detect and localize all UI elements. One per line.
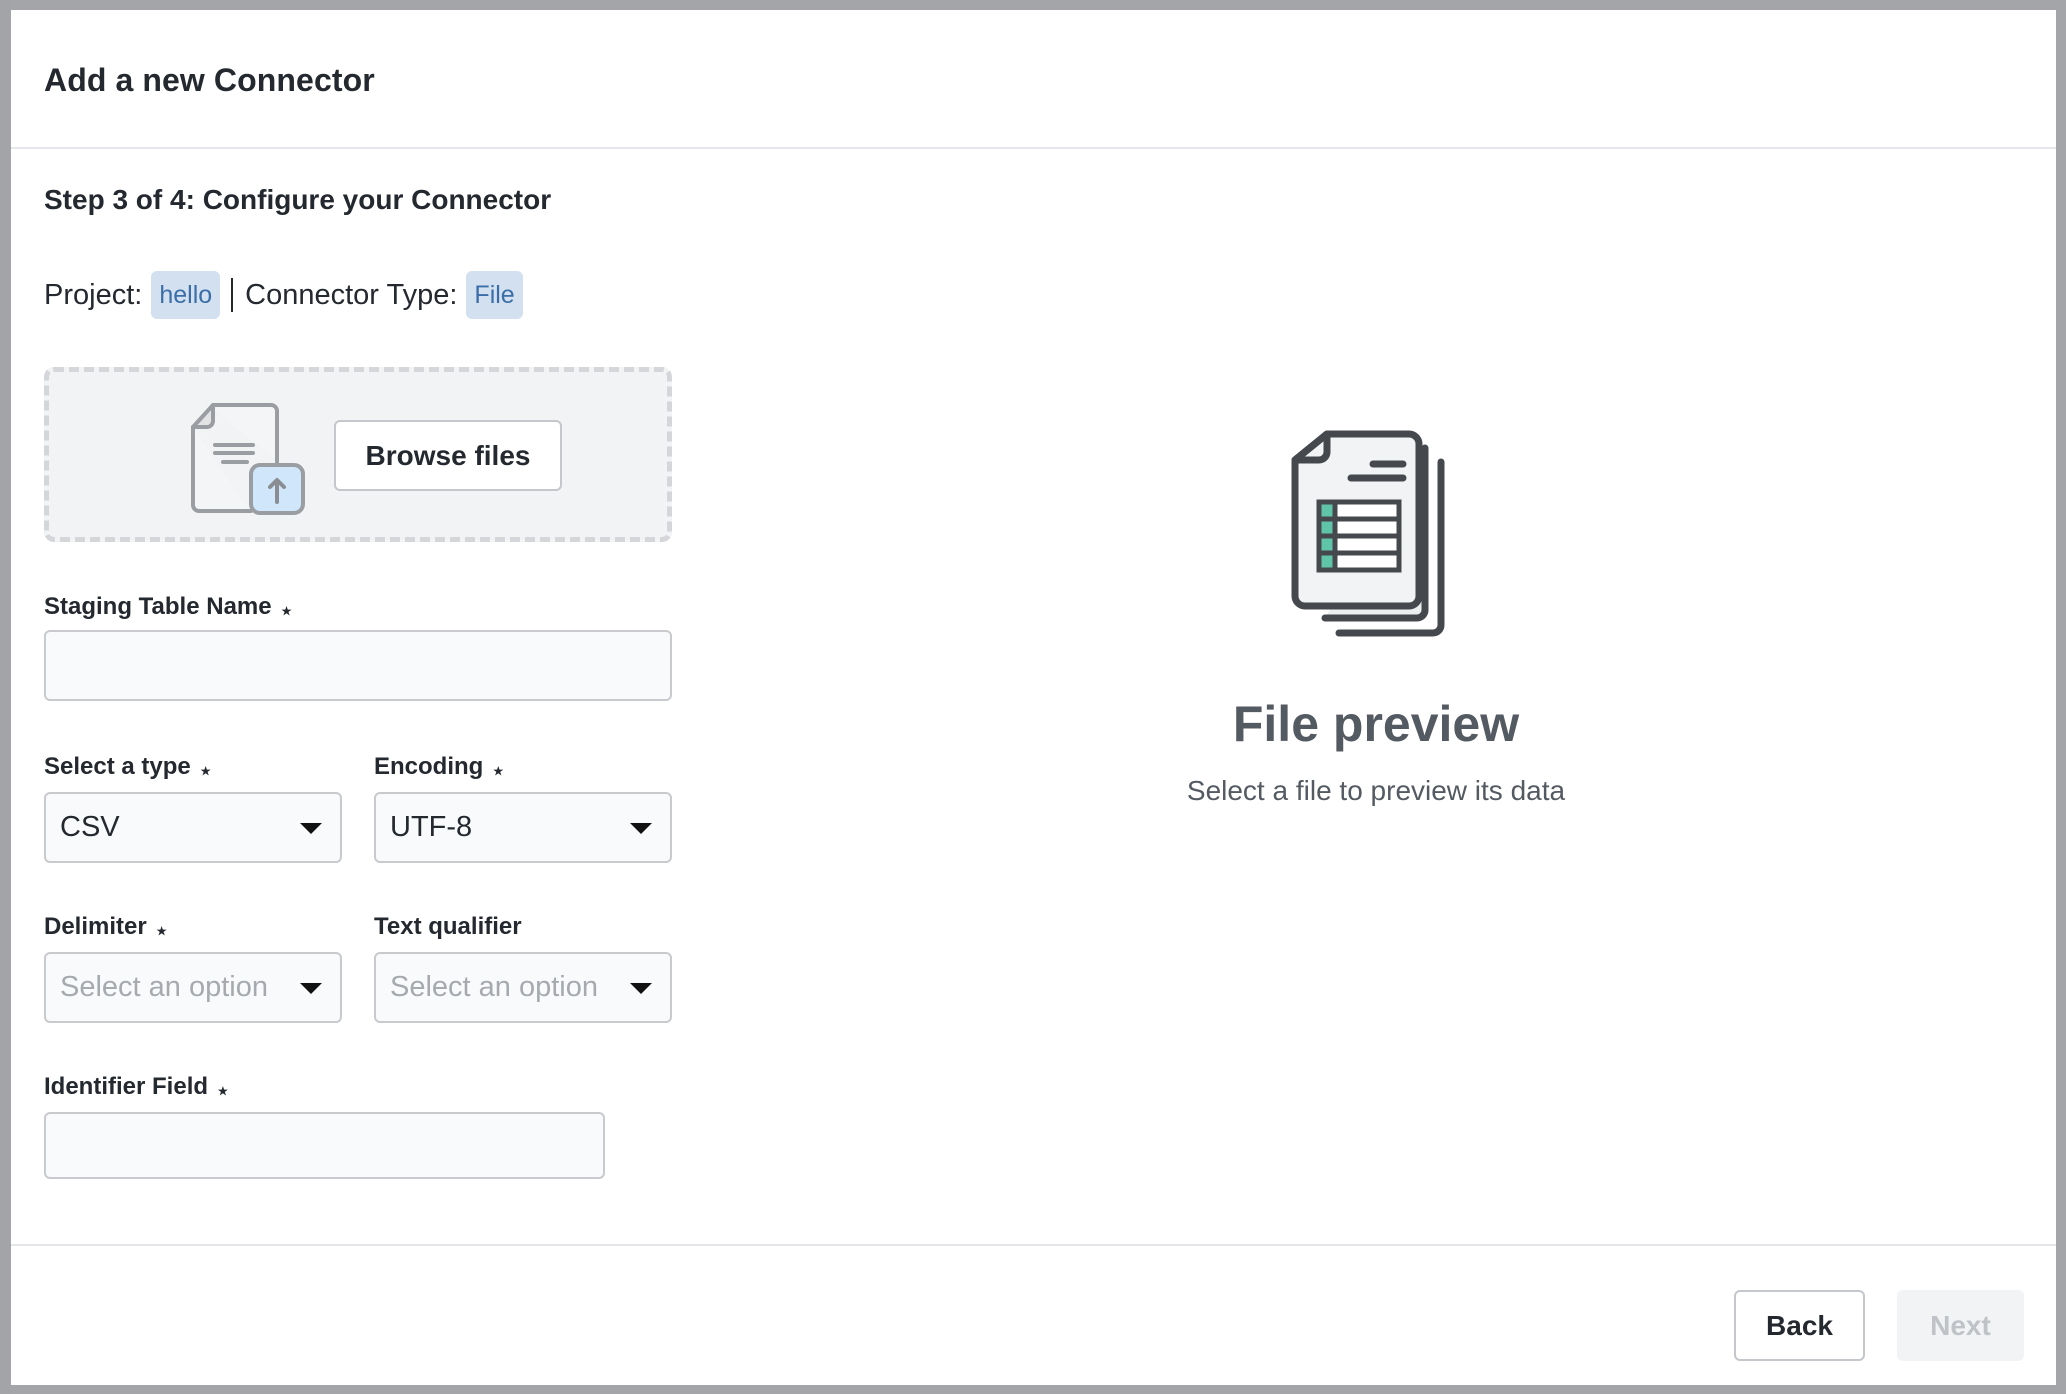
encoding-select-value: UTF-8: [390, 811, 473, 843]
modal-header: Add a new Connector: [11, 10, 2056, 149]
file-upload-icon: [191, 403, 305, 515]
encoding-label-text: Encoding: [374, 753, 484, 780]
meta-separator: [231, 278, 234, 312]
browse-files-button[interactable]: Browse files: [334, 420, 562, 491]
modal-title: Add a new Connector: [44, 62, 375, 98]
delimiter-select-placeholder: Select an option: [60, 971, 268, 1003]
required-star-icon: ⋆: [279, 598, 294, 623]
file-dropzone[interactable]: Browse files: [44, 367, 672, 542]
encoding-select[interactable]: UTF-8: [374, 792, 672, 863]
required-star-icon: ⋆: [198, 758, 213, 783]
text-qualifier-label: Text qualifier: [374, 913, 522, 941]
staging-table-name-label: Staging Table Name ⋆: [44, 593, 294, 623]
text-qualifier-select-placeholder: Select an option: [390, 971, 598, 1003]
project-label: Project:: [44, 278, 143, 311]
type-label: Select a type ⋆: [44, 753, 213, 783]
type-select[interactable]: CSV: [44, 792, 342, 863]
identifier-field-label: Identifier Field ⋆: [44, 1073, 230, 1103]
caret-down-icon: [300, 983, 322, 994]
next-button[interactable]: Next: [1897, 1290, 2024, 1361]
text-qualifier-label-text: Text qualifier: [374, 913, 522, 940]
back-button[interactable]: Back: [1734, 1290, 1865, 1361]
file-spreadsheet-icon: [1291, 430, 1445, 637]
caret-down-icon: [300, 823, 322, 834]
staging-table-name-label-text: Staging Table Name: [44, 593, 272, 620]
delimiter-select[interactable]: Select an option: [44, 952, 342, 1023]
staging-table-name-input[interactable]: [44, 630, 672, 701]
project-tag: hello: [151, 271, 221, 319]
connector-type-label: Connector Type:: [245, 278, 458, 311]
identifier-field-label-text: Identifier Field: [44, 1073, 209, 1100]
preview-title: File preview: [1232, 696, 1520, 752]
step-title: Step 3 of 4: Configure your Connector: [44, 184, 552, 215]
caret-down-icon: [630, 983, 652, 994]
delimiter-label: Delimiter ⋆: [44, 913, 169, 943]
text-qualifier-select[interactable]: Select an option: [374, 952, 672, 1023]
caret-down-icon: [630, 823, 652, 834]
add-connector-modal: Add a new Connector Step 3 of 4: Configu…: [11, 10, 2056, 1385]
file-preview-panel: File preview Select a file to preview it…: [1161, 430, 1591, 807]
required-star-icon: ⋆: [491, 758, 506, 783]
connector-type-tag: File: [466, 271, 523, 319]
identifier-field-input[interactable]: [44, 1112, 605, 1179]
type-select-value: CSV: [60, 811, 120, 843]
delimiter-label-text: Delimiter: [44, 913, 147, 940]
type-label-text: Select a type: [44, 753, 191, 780]
modal-footer: Back Next: [11, 1244, 2056, 1385]
required-star-icon: ⋆: [154, 918, 169, 943]
preview-subtitle: Select a file to preview its data: [1186, 775, 1566, 806]
connector-meta: Project: hello Connector Type: File: [44, 270, 533, 320]
page-backdrop: [0, 0, 11, 1394]
required-star-icon: ⋆: [216, 1078, 230, 1103]
encoding-label: Encoding ⋆: [374, 753, 506, 783]
